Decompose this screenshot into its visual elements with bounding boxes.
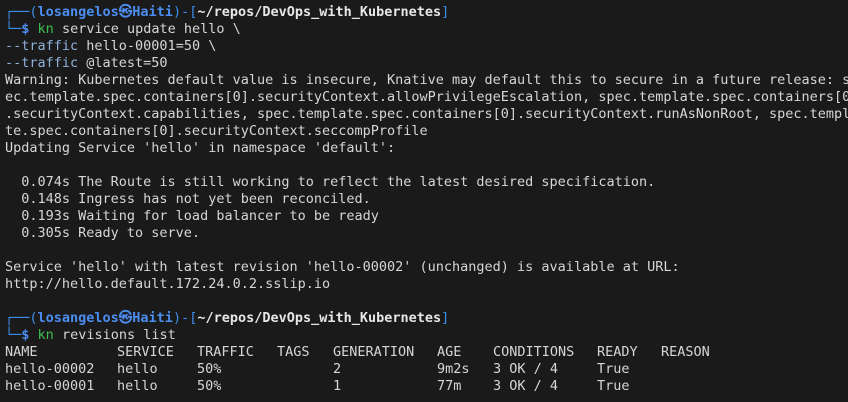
- column-header-traffic: TRAFFIC: [197, 344, 254, 360]
- prompt-frame: └─: [5, 327, 22, 343]
- column-header-age: AGE: [437, 344, 462, 360]
- output-line: Updating Service 'hello' in namespace 'd…: [5, 140, 396, 156]
- cell-conditions: 3 OK / 4: [493, 361, 559, 377]
- cell-name: hello-00002: [5, 361, 95, 377]
- cell-service: hello: [117, 378, 158, 394]
- cell-generation: 2: [333, 361, 342, 377]
- cell-ready: True: [597, 361, 630, 377]
- prompt-at-symbol: ㉿: [118, 4, 133, 20]
- command-continuation: --traffic @latest=50: [5, 55, 848, 72]
- command-option-value: hello-00001=50 \: [78, 38, 217, 54]
- column-header-tags: TAGS: [277, 344, 310, 360]
- prompt-dollar: $: [21, 327, 30, 343]
- command-name: kn: [37, 327, 54, 343]
- prompt-host: Haiti: [132, 310, 173, 326]
- cell-tags: [277, 361, 333, 378]
- cell-service: hello: [117, 361, 158, 377]
- prompt-frame: ]: [441, 4, 450, 20]
- prompt-path: ~/repos/DevOps_with_Kubernetes: [197, 4, 442, 20]
- revisions-table: NAME SERVICE TRAFFIC TAGS GENERATION AGE…: [5, 344, 741, 395]
- command-option: --traffic: [5, 38, 79, 54]
- table-row: hello-00001 hello 50% 1 77m 3 OK / 4 Tru…: [5, 378, 741, 395]
- prompt-at-symbol: ㉿: [118, 310, 133, 326]
- output-line: te.spec.containers[0].securityContext.se…: [5, 123, 428, 139]
- column-header-conditions: CONDITIONS: [493, 344, 575, 360]
- column-header-service: SERVICE: [117, 344, 174, 360]
- cell-age: 9m2s: [437, 361, 470, 377]
- cell-reason: [661, 361, 741, 378]
- column-header-ready: READY: [597, 344, 638, 360]
- prompt-frame: )-[: [172, 4, 198, 20]
- prompt-user: losangelos: [37, 310, 119, 326]
- output-line: Service 'hello' with latest revision 'he…: [5, 259, 680, 275]
- table-row: hello-00002 hello 50% 2 9m2s 3 OK / 4 Tr…: [5, 361, 741, 378]
- cell-generation: 1: [333, 378, 342, 394]
- column-header-name: NAME: [5, 344, 38, 360]
- command-args: revisions list: [53, 327, 176, 343]
- cell-conditions: 3 OK / 4: [493, 378, 559, 394]
- cell-traffic: 50%: [197, 361, 222, 377]
- cell-traffic: 50%: [197, 378, 222, 394]
- cell-name: hello-00001: [5, 378, 95, 394]
- output-line: 0.305s Ready to serve.: [5, 225, 201, 241]
- cell-ready: True: [597, 378, 630, 394]
- prompt-frame: ┌──(: [5, 310, 38, 326]
- command-continuation: --traffic hello-00001=50 \: [5, 38, 848, 55]
- command-name: kn: [37, 21, 54, 37]
- output-line: 0.148s Ingress has not yet been reconcil…: [5, 191, 371, 207]
- prompt-user: losangelos: [37, 4, 119, 20]
- command-args: service update hello \: [53, 21, 241, 37]
- terminal-window[interactable]: ┌──(losangelos㉿Haiti)-[~/repos/DevOps_wi…: [0, 0, 848, 402]
- prompt-header: ┌──(losangelos㉿Haiti)-[~/repos/DevOps_wi…: [5, 310, 848, 327]
- prompt-header: ┌──(losangelos㉿Haiti)-[~/repos/DevOps_wi…: [5, 4, 848, 21]
- column-header-reason: REASON: [661, 344, 710, 360]
- cell-tags: [277, 378, 333, 395]
- output-line: 0.193s Waiting for load balancer to be r…: [5, 208, 379, 224]
- output-line: .securityContext.capabilities, spec.temp…: [5, 106, 848, 122]
- table-header-row: NAME SERVICE TRAFFIC TAGS GENERATION AGE…: [5, 344, 741, 361]
- output-line: 0.074s The Route is still working to ref…: [5, 174, 656, 190]
- prompt-path: ~/repos/DevOps_with_Kubernetes: [197, 310, 442, 326]
- prompt-frame: └─: [5, 21, 22, 37]
- output-line: Warning: Kubernetes default value is ins…: [5, 72, 848, 88]
- cell-reason: [661, 378, 741, 395]
- prompt-frame: ]: [441, 310, 450, 326]
- cell-age: 77m: [437, 378, 462, 394]
- prompt-dollar: $: [21, 21, 30, 37]
- prompt-frame: ┌──(: [5, 4, 38, 20]
- command-option: --traffic: [5, 55, 79, 71]
- column-header-generation: GENERATION: [333, 344, 415, 360]
- prompt-command-line: └─$ kn revisions list: [5, 327, 848, 344]
- prompt-host: Haiti: [132, 4, 173, 20]
- prompt-command-line: └─$ kn service update hello \: [5, 21, 848, 38]
- command-option-value: @latest=50: [78, 55, 168, 71]
- output-line: ec.template.spec.containers[0].securityC…: [5, 89, 848, 105]
- service-url[interactable]: http://hello.default.172.24.0.2.sslip.io: [5, 276, 848, 293]
- prompt-frame: )-[: [172, 310, 198, 326]
